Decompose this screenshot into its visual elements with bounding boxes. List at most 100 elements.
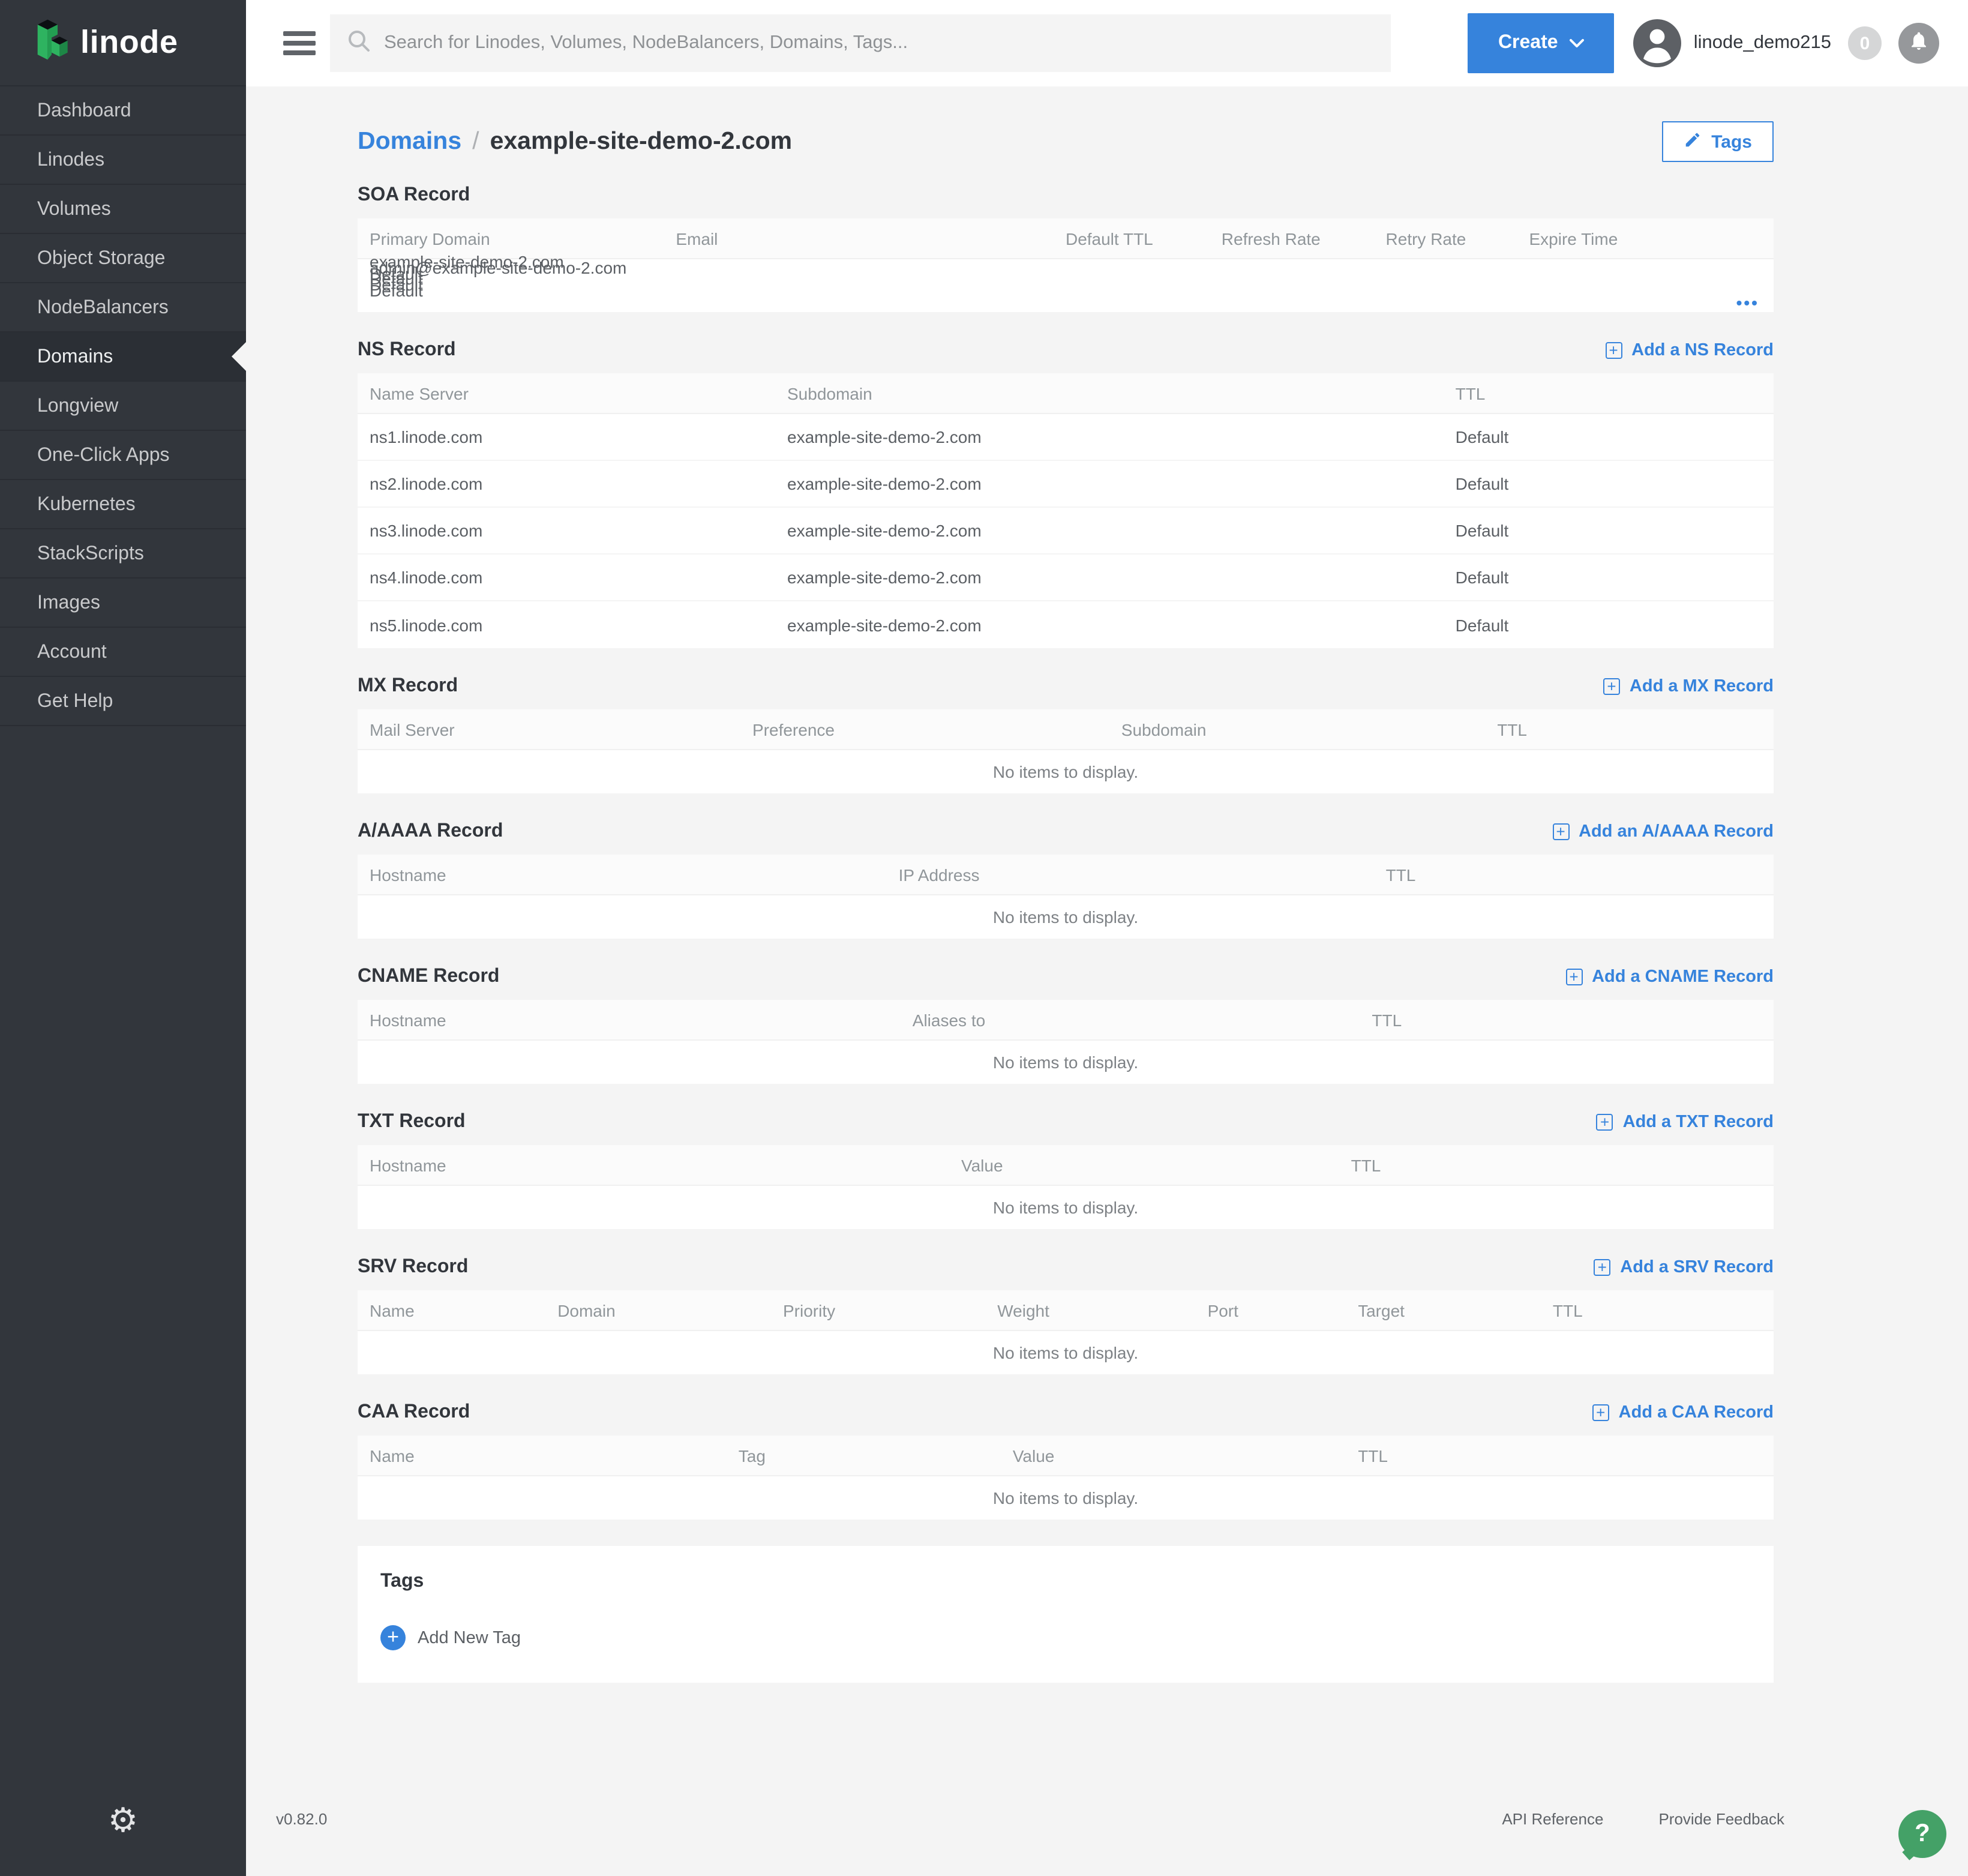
txt-record-table: Hostname Value TTL No items to display. xyxy=(358,1145,1774,1229)
sidebar-item-object-storage[interactable]: Object Storage xyxy=(0,233,246,282)
column-header: TTL xyxy=(1553,1300,1762,1320)
add-srv-record-link[interactable]: Add a SRV Record xyxy=(1594,1258,1774,1277)
create-button[interactable]: Create xyxy=(1468,13,1615,73)
column-header: Hostname xyxy=(370,1155,961,1174)
column-header: Expire Time xyxy=(1529,229,1671,248)
table-cell: example-site-demo-2.com xyxy=(787,427,1456,446)
search-input[interactable] xyxy=(384,32,1375,54)
api-reference-link[interactable]: API Reference xyxy=(1502,1810,1603,1828)
sidebar-item-dashboard[interactable]: Dashboard xyxy=(0,85,246,134)
bell-icon xyxy=(1908,29,1930,57)
column-header: Tag xyxy=(739,1446,1013,1465)
add-new-tag-button[interactable]: Add New Tag xyxy=(380,1625,521,1650)
column-header: TTL xyxy=(1497,720,1762,739)
footer: v0.82.0 API Reference Provide Feedback xyxy=(246,1810,1968,1828)
add-cname-record-link[interactable]: Add a CNAME Record xyxy=(1565,967,1774,987)
sidebar-item-volumes[interactable]: Volumes xyxy=(0,184,246,233)
empty-state-text: No items to display. xyxy=(358,1041,1774,1084)
question-mark-icon: ? xyxy=(1915,1820,1930,1848)
hamburger-menu-button[interactable] xyxy=(283,26,316,60)
search-icon xyxy=(347,28,371,58)
section-title: NS Record xyxy=(358,340,456,361)
sidebar-item-stackscripts[interactable]: StackScripts xyxy=(0,528,246,577)
column-header: Retry Rate xyxy=(1386,229,1529,248)
plus-square-icon xyxy=(1592,1404,1609,1421)
column-header: IP Address xyxy=(899,865,1386,884)
table-row: example-site-demo-2.com admin@example-si… xyxy=(358,259,1774,312)
section-title: TXT Record xyxy=(358,1111,466,1133)
global-search xyxy=(330,14,1391,72)
sidebar-item-images[interactable]: Images xyxy=(0,577,246,627)
add-txt-record-link[interactable]: Add a TXT Record xyxy=(1597,1113,1774,1132)
srv-record-table: Name Domain Priority Weight Port Target … xyxy=(358,1290,1774,1374)
empty-state-text: No items to display. xyxy=(358,1476,1774,1520)
empty-state-text: No items to display. xyxy=(358,1186,1774,1229)
pencil-icon xyxy=(1684,130,1702,153)
sidebar-nav: Dashboard Linodes Volumes Object Storage… xyxy=(0,85,246,726)
top-bar: Create linode_demo215 0 xyxy=(246,0,1968,86)
column-header: TTL xyxy=(1372,1010,1762,1029)
section-title: A/AAAA Record xyxy=(358,821,503,843)
srv-record-section: SRV Record Add a SRV Record Name Domain … xyxy=(358,1247,1774,1374)
table-cell: ns1.linode.com xyxy=(370,427,787,446)
sidebar-item-one-click-apps[interactable]: One-Click Apps xyxy=(0,430,246,479)
caa-record-table: Name Tag Value TTL No items to display. xyxy=(358,1436,1774,1520)
notifications-bell-button[interactable] xyxy=(1898,23,1939,64)
sidebar-item-domains[interactable]: Domains xyxy=(0,331,246,380)
column-header: Subdomain xyxy=(1121,720,1497,739)
table-row: ns1.linode.com example-site-demo-2.com D… xyxy=(358,414,1774,461)
linode-logo[interactable]: linode xyxy=(0,0,246,85)
column-header: Email xyxy=(676,229,1066,248)
settings-gear-button[interactable]: ⚙ xyxy=(0,1800,246,1840)
page-title: example-site-demo-2.com xyxy=(490,127,793,156)
table-cell: Default xyxy=(1456,568,1762,587)
sidebar-item-linodes[interactable]: Linodes xyxy=(0,134,246,184)
a-aaaa-record-section: A/AAAA Record Add an A/AAAA Record Hostn… xyxy=(358,811,1774,939)
sidebar-item-account[interactable]: Account xyxy=(0,627,246,676)
table-cell: example-site-demo-2.com xyxy=(787,568,1456,587)
user-avatar[interactable] xyxy=(1634,19,1682,67)
username-label[interactable]: linode_demo215 xyxy=(1694,32,1831,54)
app-version: v0.82.0 xyxy=(276,1810,327,1828)
column-header: Priority xyxy=(783,1300,997,1320)
table-cell: example-site-demo-2.com xyxy=(787,615,1456,634)
soa-record-section: SOA Record Primary Domain Email Default … xyxy=(358,175,1774,312)
add-mx-record-link[interactable]: Add a MX Record xyxy=(1603,677,1774,696)
empty-state-text: No items to display. xyxy=(358,1331,1774,1374)
breadcrumb-row: Domains / example-site-demo-2.com Tags xyxy=(358,115,1774,168)
add-ns-record-link[interactable]: Add a NS Record xyxy=(1605,341,1774,360)
mx-record-section: MX Record Add a MX Record Mail Server Pr… xyxy=(358,666,1774,793)
tags-panel-title: Tags xyxy=(380,1571,1751,1593)
breadcrumb-domains-link[interactable]: Domains xyxy=(358,127,461,156)
column-header: Aliases to xyxy=(913,1010,1372,1029)
plus-square-icon xyxy=(1597,1114,1613,1131)
column-header: TTL xyxy=(1351,1155,1762,1174)
table-cell: ns3.linode.com xyxy=(370,521,787,540)
a-aaaa-record-table: Hostname IP Address TTL No items to disp… xyxy=(358,855,1774,939)
plus-square-icon xyxy=(1565,969,1582,985)
add-caa-record-link[interactable]: Add a CAA Record xyxy=(1592,1403,1774,1422)
notification-count-badge[interactable]: 0 xyxy=(1848,26,1882,60)
table-cell: Default xyxy=(1456,521,1762,540)
table-cell: ns4.linode.com xyxy=(370,568,787,587)
provide-feedback-link[interactable]: Provide Feedback xyxy=(1658,1810,1784,1828)
column-header: Default TTL xyxy=(1066,229,1222,248)
sidebar-item-nodebalancers[interactable]: NodeBalancers xyxy=(0,282,246,331)
sidebar-item-get-help[interactable]: Get Help xyxy=(0,676,246,725)
row-actions-menu-icon[interactable]: ••• xyxy=(1736,293,1759,312)
viewport: linode Dashboard Linodes Volumes Object … xyxy=(0,0,1968,1876)
brand-name: linode xyxy=(80,24,178,61)
sidebar-item-kubernetes[interactable]: Kubernetes xyxy=(0,479,246,528)
empty-state-text: No items to display. xyxy=(358,750,1774,793)
section-title: MX Record xyxy=(358,676,458,697)
table-row: ns2.linode.com example-site-demo-2.com D… xyxy=(358,461,1774,508)
column-header: Mail Server xyxy=(370,720,752,739)
edit-tags-button[interactable]: Tags xyxy=(1662,121,1774,162)
help-button[interactable]: ? xyxy=(1898,1810,1946,1858)
table-cell: Default xyxy=(1456,427,1762,446)
sidebar-item-longview[interactable]: Longview xyxy=(0,380,246,430)
table-cell: example-site-demo-2.com xyxy=(787,521,1456,540)
mx-record-table: Mail Server Preference Subdomain TTL No … xyxy=(358,709,1774,793)
column-header: Hostname xyxy=(370,865,899,884)
add-a-aaaa-record-link[interactable]: Add an A/AAAA Record xyxy=(1552,822,1774,841)
